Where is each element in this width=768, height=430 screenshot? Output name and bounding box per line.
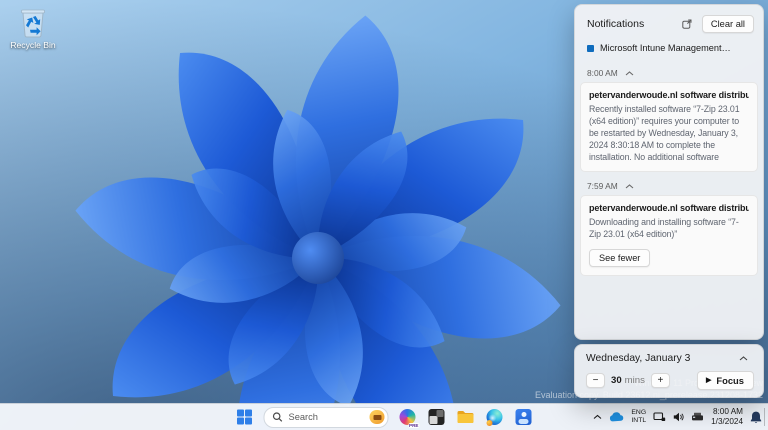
edge-badge	[486, 420, 493, 426]
taskbar-item-copilot[interactable]: PRE	[398, 407, 420, 428]
onedrive-tray-icon[interactable]	[609, 412, 624, 422]
system-tray: ENG INTL 8:00 AM 1/3/2024	[593, 404, 762, 430]
file-explorer-icon	[457, 411, 474, 423]
notification-settings-button[interactable]	[677, 14, 697, 33]
copilot-pre-badge: PRE	[408, 422, 420, 428]
taskbar-item-dark-app[interactable]	[427, 407, 447, 427]
recycle-bin-shortcut[interactable]: Recycle Bin	[8, 6, 58, 50]
notification-group-2-time: 7:59 AM	[587, 181, 618, 191]
collapse-chevron-icon[interactable]	[625, 183, 634, 189]
taskbar: Search PRE ENG INTL 8:00 AM 1/3/2024	[0, 403, 768, 430]
focus-duration-value: 30	[611, 375, 622, 386]
clock-time: 8:00 AM	[712, 407, 743, 417]
printer-icon	[692, 412, 704, 421]
taskbar-item-person-app[interactable]	[514, 407, 534, 427]
bell-icon	[750, 411, 762, 423]
focus-decrease-button[interactable]: −	[586, 373, 605, 388]
search-placeholder: Search	[288, 412, 318, 422]
chevron-up-icon	[739, 356, 747, 361]
clock-date: 1/3/2024	[711, 417, 743, 426]
start-button[interactable]	[235, 407, 255, 427]
search-highlight-icon	[369, 410, 385, 424]
taskbar-item-edge[interactable]	[485, 407, 505, 427]
notification-group-2-header[interactable]: 7:59 AM	[580, 175, 758, 195]
clear-all-button[interactable]: Clear all	[701, 14, 754, 33]
speaker-icon	[673, 412, 684, 422]
settings-arrow-icon	[682, 19, 692, 29]
focus-increase-button[interactable]: +	[650, 373, 670, 388]
edge-browser-icon	[486, 409, 503, 426]
recycle-bin-label: Recycle Bin	[10, 40, 56, 50]
notification-body: Downloading and installing software “7-Z…	[589, 217, 739, 239]
notification-group-1: 8:00 AM petervanderwoude.nl software dis…	[580, 62, 758, 172]
notifications-title: Notifications	[587, 17, 645, 30]
notification-group-1-header[interactable]: 8:00 AM	[580, 62, 758, 82]
taskbar-item-file-explorer[interactable]	[456, 407, 476, 427]
focus-duration-unit: mins	[624, 375, 645, 386]
notification-header: Notifications Clear all	[575, 5, 763, 38]
hidden-icons-button[interactable]	[593, 414, 602, 420]
notification-body: Recently installed software “7-Zip 23.01…	[589, 104, 740, 162]
notification-title: petervanderwoude.nl software distributio…	[589, 90, 749, 100]
chevron-up-icon	[594, 414, 602, 419]
see-fewer-button[interactable]: See fewer	[589, 249, 651, 267]
calendar-date-label: Wednesday, January 3	[586, 353, 691, 364]
focus-controls: − 30 mins + ▶ Focus	[586, 371, 754, 390]
language-line1: ENG	[631, 409, 647, 417]
calendar-collapse-button[interactable]	[732, 352, 754, 365]
person-app-icon	[515, 409, 532, 425]
search-icon	[272, 412, 283, 422]
desktop: Recycle Bin Windows 11 Pro Insider Previ…	[0, 0, 768, 430]
notification-app-name: Microsoft Intune Management…	[600, 43, 731, 53]
dark-app-icon	[428, 409, 445, 425]
notification-center-panel: Notifications Clear all Microsoft Intune…	[574, 4, 764, 340]
network-tray-icon[interactable]	[653, 411, 666, 423]
cloud-icon	[610, 412, 624, 422]
notification-app-group[interactable]: Microsoft Intune Management…	[575, 38, 763, 62]
focus-start-button[interactable]: ▶ Focus	[697, 371, 754, 390]
play-icon: ▶	[706, 377, 712, 384]
language-line2: INTL	[631, 417, 647, 424]
notification-group-1-time: 8:00 AM	[587, 68, 618, 78]
notification-card[interactable]: petervanderwoude.nl software distributio…	[580, 195, 758, 276]
calendar-header: Wednesday, January 3	[586, 352, 754, 365]
recycle-bin-icon	[21, 9, 45, 38]
focus-duration: 30 mins	[611, 375, 645, 386]
notification-title: petervanderwoude.nl software distributio…	[589, 203, 749, 213]
notification-bell-button[interactable]	[750, 411, 762, 424]
intune-app-icon	[587, 44, 594, 52]
show-desktop-button[interactable]	[764, 408, 768, 426]
ethernet-network-icon	[653, 411, 666, 421]
notification-card[interactable]: petervanderwoude.nl software distributio…	[580, 82, 758, 172]
printer-tray-icon[interactable]	[691, 412, 704, 422]
notification-group-2: 7:59 AM petervanderwoude.nl software dis…	[580, 175, 758, 276]
taskbar-clock[interactable]: 8:00 AM 1/3/2024	[711, 407, 743, 427]
taskbar-center-group: Search PRE	[235, 404, 534, 430]
focus-button-label: Focus	[716, 375, 744, 386]
collapse-chevron-icon[interactable]	[625, 70, 634, 76]
windows-logo-icon	[237, 409, 252, 425]
search-box[interactable]: Search	[263, 406, 389, 428]
calendar-flyout: Wednesday, January 3 − 30 mins + ▶ Focus	[574, 344, 764, 398]
language-indicator[interactable]: ENG INTL	[631, 409, 646, 424]
volume-tray-icon[interactable]	[673, 412, 684, 422]
